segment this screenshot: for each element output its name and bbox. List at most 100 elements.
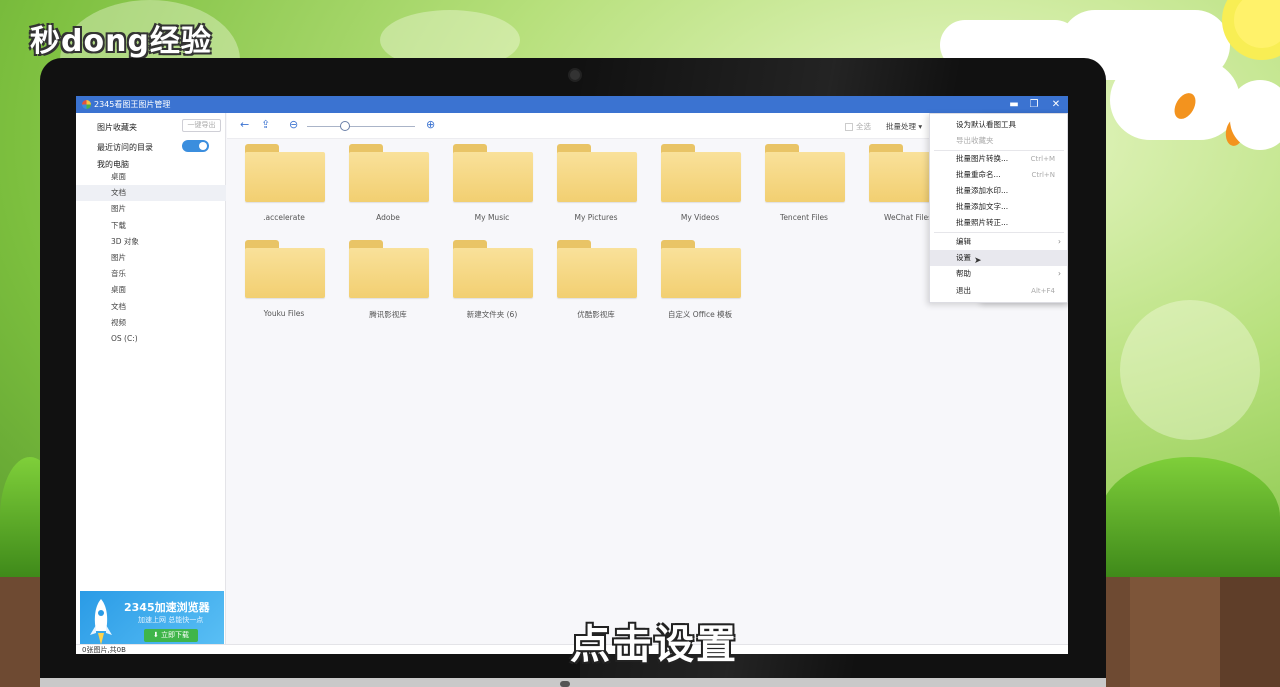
- status-text: 0张图片,共0B: [82, 646, 126, 654]
- folder-icon: [349, 240, 429, 300]
- folder-item[interactable]: Adobe: [335, 144, 429, 234]
- folder-item[interactable]: .accelerate: [231, 144, 325, 234]
- ad-download-button[interactable]: ⬇ 立即下载: [144, 629, 198, 642]
- folder-item[interactable]: My Music: [439, 144, 533, 234]
- folder-icon: [557, 144, 637, 204]
- laptop-notch: [560, 681, 570, 687]
- zoom-slider-track[interactable]: [307, 126, 415, 127]
- menu-item-label: 批量图片转换...: [956, 154, 1009, 163]
- folder-icon: [765, 144, 845, 204]
- folder-item[interactable]: 腾讯影视库: [335, 240, 429, 330]
- menu-item-label: 退出: [956, 286, 971, 295]
- menu-item-help[interactable]: 帮助 ›: [930, 266, 1067, 282]
- tree-item-downloads[interactable]: 下载: [76, 218, 226, 234]
- ad-download-label: 立即下载: [161, 631, 190, 639]
- menu-item-batch-convert[interactable]: 批量图片转换... Ctrl+M: [930, 151, 1067, 167]
- folder-tree: 桌面 文档 图片 下载 3D 对象 图片 音乐 桌面 文档 视频 OS (C:): [76, 169, 226, 347]
- cloud-decoration: [1230, 80, 1280, 150]
- tree-item-desktop[interactable]: 桌面: [76, 169, 226, 185]
- menu-item-batch-rename[interactable]: 批量重命名... Ctrl+N: [930, 167, 1067, 183]
- menu-shortcut: Alt+F4: [1031, 287, 1055, 295]
- sidebar: 图片收藏夹 一键导出 最近访问的目录 我的电脑 桌面 文档 图片 下载 3D 对…: [76, 113, 226, 651]
- tree-item-videos[interactable]: 视频: [76, 315, 226, 331]
- menu-item-label: 帮助: [956, 269, 971, 278]
- tree-item-music[interactable]: 音乐: [76, 266, 226, 282]
- folder-item[interactable]: 优酷影视库: [543, 240, 637, 330]
- tree-item-os-drive[interactable]: OS (C:): [76, 331, 226, 347]
- tree-item-pictures-2[interactable]: 图片: [76, 250, 226, 266]
- menu-item-batch-rotate[interactable]: 批量照片转正...: [930, 215, 1067, 231]
- webcam: [568, 68, 582, 82]
- title-bar: 2345看图王图片管理 ▾ ▬ ❐ ✕: [76, 96, 1068, 303]
- zoom-slider-knob[interactable]: [340, 121, 350, 131]
- cloud-decoration: [1110, 60, 1240, 140]
- folder-item[interactable]: 自定义 Office 模板: [647, 240, 741, 330]
- recent-dirs-label: 最近访问的目录: [97, 143, 153, 152]
- folder-name: My Pictures: [574, 213, 618, 222]
- menu-item-label: 批量重命名...: [956, 170, 1001, 179]
- checkbox-icon: [845, 123, 853, 131]
- recent-dirs-toggle[interactable]: [182, 140, 209, 152]
- minimize-button[interactable]: ▬: [1004, 96, 1024, 113]
- menu-item-set-default-viewer[interactable]: 设为默认看图工具: [930, 117, 1067, 133]
- app-window: 2345看图王图片管理 ▾ ▬ ❐ ✕ 图片收藏夹 一键导出 最近访问的目录 我…: [76, 96, 1068, 654]
- zoom-in-icon[interactable]: ⊕: [426, 119, 435, 131]
- chevron-right-icon: ›: [1058, 269, 1061, 278]
- rocket-icon: [90, 599, 112, 645]
- folder-icon: [453, 144, 533, 204]
- ad-title: 2345加速浏览器: [124, 601, 210, 614]
- close-icon: ✕: [1051, 99, 1061, 110]
- folder-icon: [349, 144, 429, 204]
- tree-item-3d-objects[interactable]: 3D 对象: [76, 234, 226, 250]
- background-bokeh: [1120, 300, 1260, 440]
- main-dropdown-menu: 设为默认看图工具 导出收藏夹 批量图片转换... Ctrl+M 批量重命名... C…: [929, 113, 1068, 303]
- menu-item-edit[interactable]: 编辑 ›: [930, 234, 1067, 250]
- menu-item-label: 设为默认看图工具: [956, 120, 1016, 129]
- menu-item-settings[interactable]: 设置 ➤: [930, 250, 1067, 266]
- export-favorites-button[interactable]: 一键导出: [182, 119, 221, 132]
- folder-name: Youku Files: [263, 309, 305, 318]
- zoom-out-icon[interactable]: ⊖: [289, 119, 298, 131]
- menu-item-batch-text[interactable]: 批量添加文字...: [930, 199, 1067, 215]
- folder-name: 优酷影视库: [577, 310, 615, 319]
- restore-icon: ❐: [1029, 99, 1039, 110]
- folder-item[interactable]: My Pictures: [543, 144, 637, 234]
- folder-item[interactable]: 新建文件夹 (6): [439, 240, 533, 330]
- folder-item[interactable]: Tencent Files: [751, 144, 845, 234]
- folder-item[interactable]: My Videos: [647, 144, 741, 234]
- ad-subtitle: 加速上网 总能快一点: [138, 616, 204, 624]
- menu-item-export-favorites: 导出收藏夹: [930, 133, 1067, 149]
- select-all-checkbox[interactable]: 全选: [845, 121, 871, 132]
- video-caption: 点击设置: [570, 622, 738, 668]
- arrow-left-icon[interactable]: ←: [240, 119, 249, 131]
- menu-item-batch-watermark[interactable]: 批量添加水印...: [930, 183, 1067, 199]
- chevron-right-icon: ›: [1058, 237, 1061, 246]
- tree-item-documents-2[interactable]: 文档: [76, 299, 226, 315]
- folder-icon: [245, 144, 325, 204]
- tree-item-documents[interactable]: 文档: [76, 185, 226, 202]
- menu-separator: [934, 232, 1064, 233]
- select-all-label: 全选: [856, 122, 871, 131]
- upload-icon[interactable]: ⇪: [261, 119, 270, 131]
- close-button[interactable]: ✕: [1046, 96, 1066, 113]
- tree-item-desktop-2[interactable]: 桌面: [76, 282, 226, 298]
- menu-shortcut: Ctrl+M: [1030, 155, 1055, 163]
- window-title: 2345看图王图片管理: [94, 100, 171, 109]
- menu-item-exit[interactable]: 退出 Alt+F4: [930, 283, 1067, 299]
- menu-item-label: 批量添加水印...: [956, 186, 1009, 195]
- batch-process-button[interactable]: 批量处理 ▾: [886, 121, 922, 132]
- folder-icon: [557, 240, 637, 300]
- menu-item-label: 导出收藏夹: [956, 136, 994, 145]
- folder-icon: [453, 240, 533, 300]
- download-icon: ⬇: [152, 631, 159, 639]
- tree-item-pictures[interactable]: 图片: [76, 201, 226, 217]
- browser-ad-banner[interactable]: 2345加速浏览器 加速上网 总能快一点 ⬇ 立即下载: [80, 591, 224, 651]
- minimize-icon: ▬: [1009, 99, 1019, 110]
- menu-item-label: 设置: [956, 253, 971, 262]
- menu-item-label: 编辑: [956, 237, 971, 246]
- folder-icon: [661, 144, 741, 204]
- folder-name: 自定义 Office 模板: [667, 310, 733, 319]
- folder-name: 新建文件夹 (6): [466, 310, 518, 319]
- folder-item[interactable]: Youku Files: [231, 240, 325, 330]
- restore-button[interactable]: ❐: [1024, 96, 1044, 113]
